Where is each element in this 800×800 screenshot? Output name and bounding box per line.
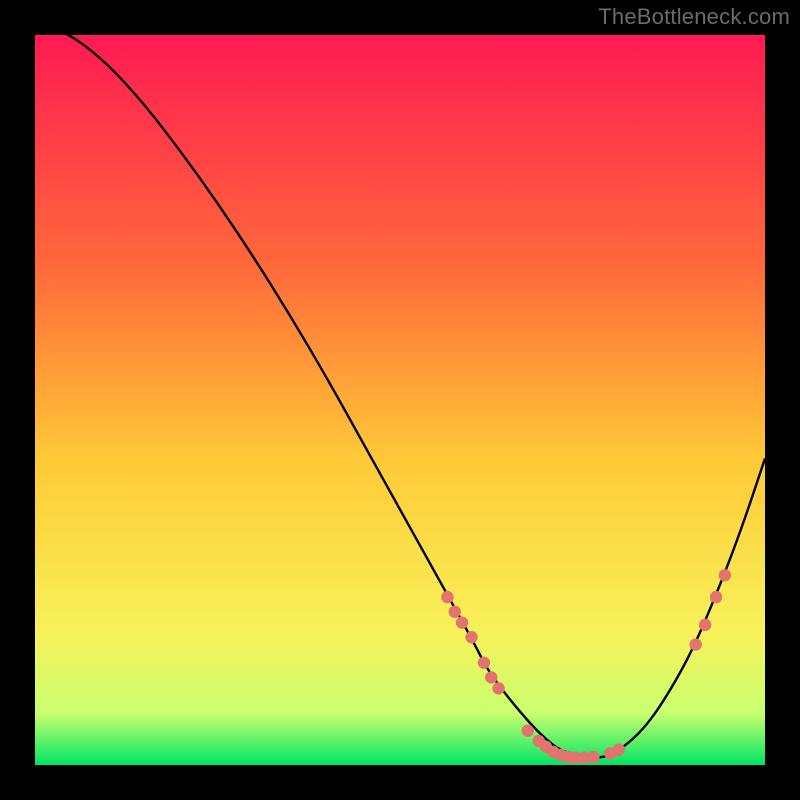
curve-marker: [456, 616, 468, 628]
curve-marker: [478, 657, 490, 669]
gradient-background: [35, 35, 765, 765]
curve-marker: [485, 671, 497, 683]
curve-marker: [710, 591, 722, 603]
curve-marker: [522, 724, 534, 736]
attribution-text: TheBottleneck.com: [598, 4, 790, 30]
chart-svg: [35, 35, 765, 765]
curve-marker: [465, 631, 477, 643]
plot-area: [35, 35, 765, 765]
curve-marker: [613, 743, 625, 755]
curve-marker: [699, 619, 711, 631]
curve-marker: [441, 591, 453, 603]
curve-marker: [587, 751, 599, 763]
curve-marker: [449, 606, 461, 618]
curve-marker: [719, 569, 731, 581]
curve-marker: [492, 682, 504, 694]
chart-root: { "attribution": "TheBottleneck.com", "c…: [0, 0, 800, 800]
curve-marker: [689, 638, 701, 650]
